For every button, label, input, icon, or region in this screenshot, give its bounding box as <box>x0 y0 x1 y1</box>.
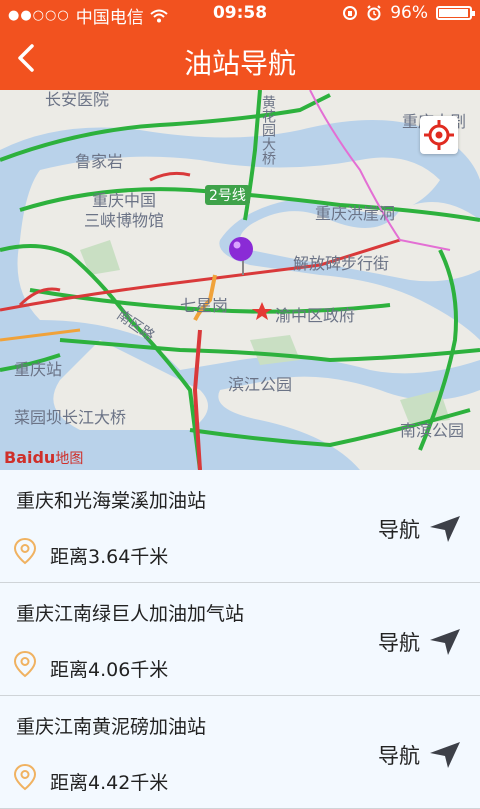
map-label: 解放碑步行街 <box>293 254 390 273</box>
navigate-label: 导航 <box>378 518 420 542</box>
map-label: 三峡博物馆 <box>84 211 165 230</box>
alarm-icon <box>367 5 381 21</box>
map-label: 重庆站 <box>14 360 63 379</box>
battery-percent: 96% <box>390 3 428 23</box>
navigate-label: 导航 <box>378 631 420 655</box>
status-bar: ●●○○○ 中国电信 09:58 96% <box>0 0 480 28</box>
map-label: 黄花园大桥 <box>260 95 276 165</box>
map-label: 2号线 <box>205 185 250 205</box>
nav-bar: 油站导航 <box>0 28 480 90</box>
station-distance: 距离4.42千米 <box>50 772 169 794</box>
map-label: 七星岗 <box>180 296 229 315</box>
map-label: 渝中区政府 <box>275 306 356 325</box>
map-label: 鲁家岩 <box>75 152 124 171</box>
navigation-arrow-icon <box>430 742 460 768</box>
map-label: 南滨公园 <box>400 421 465 440</box>
map-marker-icon <box>13 763 37 791</box>
list-item[interactable]: 重庆江南绿巨人加油加气站 距离4.06千米 导航 <box>0 583 480 696</box>
navigate-button[interactable]: 导航 <box>378 627 462 657</box>
battery-icon <box>436 6 475 20</box>
station-name: 重庆江南绿巨人加油加气站 <box>16 603 245 625</box>
navigation-arrow-icon <box>430 629 460 655</box>
map-view[interactable]: 长安医院 鲁家岩 重庆中国 三峡博物馆 2号线 重庆洪崖洞 解放碑步行街 七星岗… <box>0 90 480 470</box>
navigate-label: 导航 <box>378 744 420 768</box>
station-name: 重庆和光海棠溪加油站 <box>16 490 207 512</box>
crosshair-icon <box>424 120 454 150</box>
map-marker-icon <box>13 537 37 565</box>
station-list: 重庆和光海棠溪加油站 距离3.64千米 导航 重庆江南绿巨人加油加气站 距离4.… <box>0 470 480 809</box>
page-title: 油站导航 <box>183 47 296 80</box>
map-label: 滨江公园 <box>228 375 293 394</box>
list-item[interactable]: 重庆和光海棠溪加油站 距离3.64千米 导航 <box>0 470 480 583</box>
locate-button[interactable] <box>420 116 458 154</box>
baidu-logo: Baidu地图 <box>4 448 84 467</box>
station-distance: 距离3.64千米 <box>50 546 169 568</box>
list-item[interactable]: 重庆江南黄泥磅加油站 距离4.42千米 导航 <box>0 696 480 809</box>
navigation-arrow-icon <box>430 516 460 542</box>
map-label: 重庆洪崖洞 <box>315 204 396 223</box>
navigate-button[interactable]: 导航 <box>378 514 462 544</box>
map-label: 菜园坝长江大桥 <box>14 408 127 427</box>
station-name: 重庆江南黄泥磅加油站 <box>16 716 207 738</box>
map-label: 长安医院 <box>45 90 110 109</box>
station-distance: 距离4.06千米 <box>50 659 169 681</box>
navigate-button[interactable]: 导航 <box>378 740 462 770</box>
rotation-lock-icon <box>343 6 358 20</box>
map-marker-icon <box>13 650 37 678</box>
